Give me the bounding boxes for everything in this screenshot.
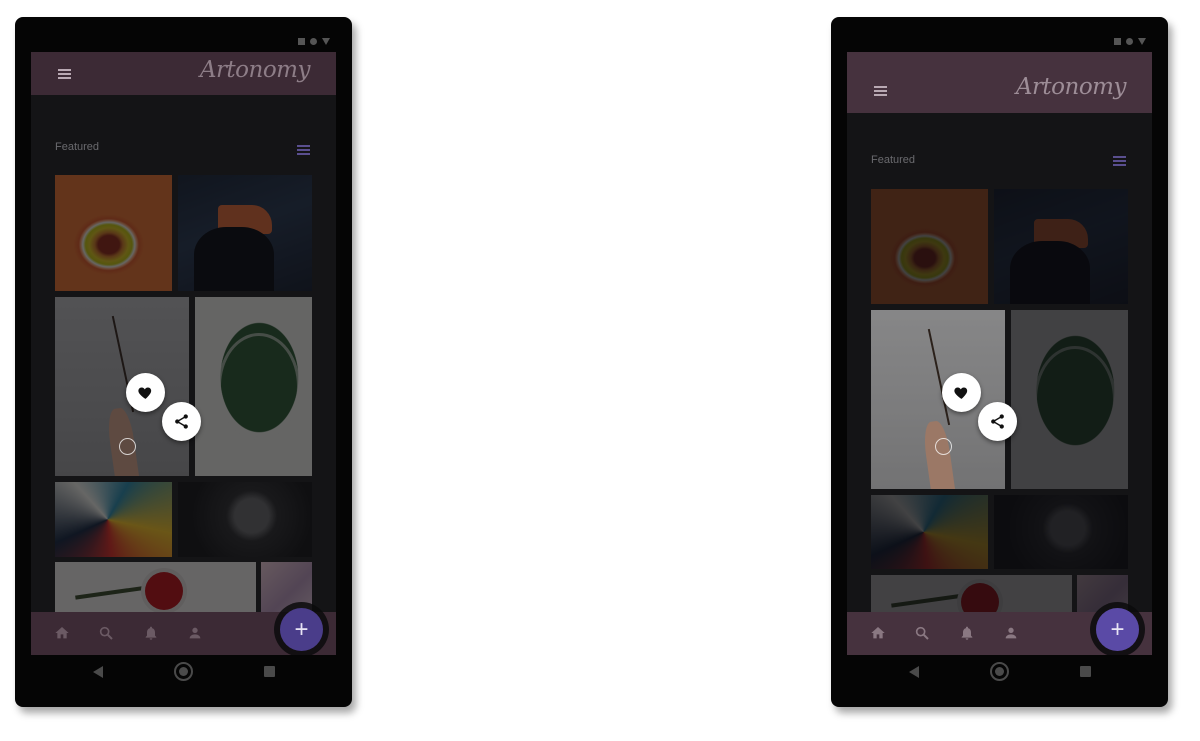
status-bar-icons — [1114, 38, 1146, 45]
app-screen: Artonomy Featured + — [31, 52, 336, 655]
status-circle-icon — [1126, 38, 1133, 45]
share-icon — [991, 414, 1004, 429]
artwork-tile[interactable] — [55, 482, 172, 557]
like-button[interactable] — [126, 373, 165, 412]
app-bar: Artonomy — [31, 52, 336, 95]
person-icon[interactable] — [1003, 625, 1019, 641]
filter-sliders-icon[interactable] — [1113, 155, 1126, 166]
share-button[interactable] — [162, 402, 201, 441]
artwork-tile[interactable] — [871, 189, 988, 304]
home-icon[interactable] — [870, 625, 886, 641]
back-icon[interactable] — [909, 666, 919, 678]
app-logo: Artonomy — [1015, 74, 1127, 100]
artwork-tile[interactable] — [994, 189, 1128, 304]
home-button-icon[interactable] — [174, 662, 193, 681]
filter-sliders-icon[interactable] — [297, 144, 310, 155]
touch-indicator — [935, 438, 952, 455]
recent-apps-icon[interactable] — [264, 666, 275, 677]
artwork-tile[interactable] — [1011, 310, 1128, 489]
home-button-icon[interactable] — [990, 662, 1009, 681]
like-button[interactable] — [942, 373, 981, 412]
hamburger-menu-icon[interactable] — [874, 86, 887, 96]
recent-apps-icon[interactable] — [1080, 666, 1091, 677]
home-icon[interactable] — [54, 625, 70, 641]
touch-indicator — [119, 438, 136, 455]
heart-icon — [954, 387, 968, 399]
phone-frame-right: Artonomy Featured + — [831, 17, 1168, 707]
share-button[interactable] — [978, 402, 1017, 441]
add-artwork-button[interactable]: + — [280, 608, 323, 651]
share-icon — [175, 414, 188, 429]
app-bar: Artonomy — [847, 52, 1152, 113]
phone-frame-left: Artonomy Featured + — [15, 17, 352, 707]
status-bar-icons — [298, 38, 330, 45]
artwork-tile-selected[interactable] — [871, 310, 1005, 489]
status-circle-icon — [310, 38, 317, 45]
status-signal-icon — [1138, 38, 1146, 45]
status-square-icon — [1114, 38, 1121, 45]
search-icon[interactable] — [914, 625, 930, 641]
artwork-tile[interactable] — [871, 495, 988, 569]
status-signal-icon — [322, 38, 330, 45]
system-navigation-bar — [831, 657, 1168, 687]
app-screen: Artonomy Featured + — [847, 52, 1152, 655]
back-icon[interactable] — [93, 666, 103, 678]
hamburger-menu-icon[interactable] — [58, 69, 71, 79]
artwork-tile[interactable] — [195, 297, 312, 476]
bell-icon[interactable] — [959, 625, 975, 641]
app-logo: Artonomy — [199, 57, 311, 83]
person-icon[interactable] — [187, 625, 203, 641]
section-title: Featured — [871, 154, 916, 166]
add-artwork-button[interactable]: + — [1096, 608, 1139, 651]
heart-icon — [138, 387, 152, 399]
artwork-tile[interactable] — [178, 175, 312, 291]
artwork-tile[interactable] — [994, 495, 1128, 569]
bell-icon[interactable] — [143, 625, 159, 641]
section-title: Featured — [55, 141, 100, 153]
system-navigation-bar — [15, 657, 352, 687]
artwork-tile[interactable] — [178, 482, 312, 557]
status-square-icon — [298, 38, 305, 45]
search-icon[interactable] — [98, 625, 114, 641]
artwork-tile[interactable] — [55, 175, 172, 291]
